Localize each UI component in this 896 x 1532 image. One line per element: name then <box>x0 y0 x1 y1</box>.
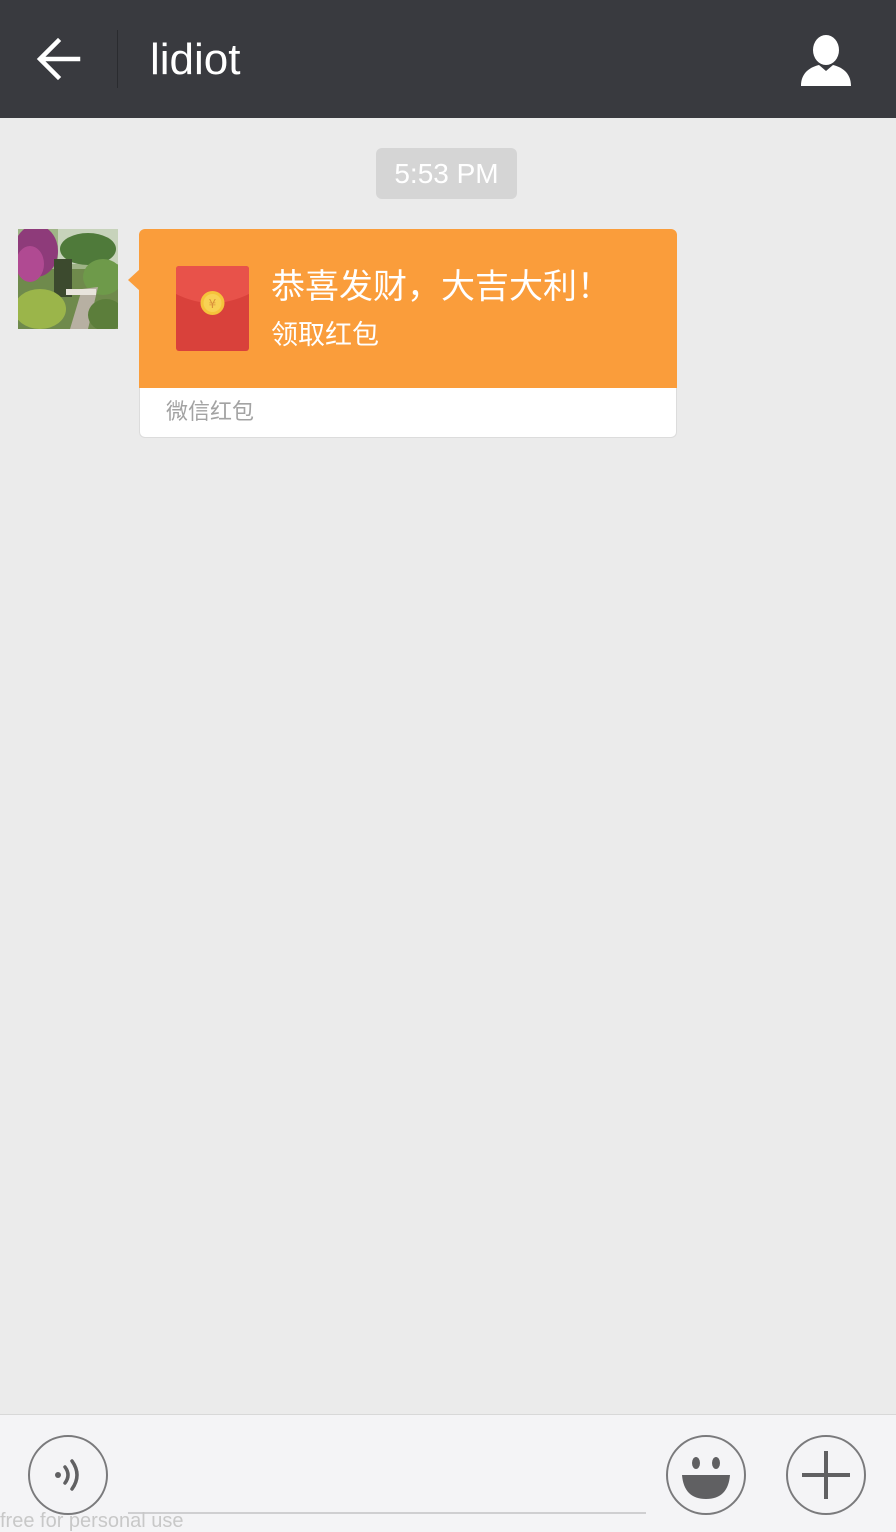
top-bar: lidiot <box>0 0 896 118</box>
red-packet-greeting: 恭喜发财，大吉大利！ <box>271 267 611 307</box>
message-input[interactable] <box>128 1512 646 1514</box>
red-packet-body: ¥ 恭喜发财，大吉大利！ 领取红包 <box>139 229 677 388</box>
red-packet-footer-label: 微信红包 <box>166 400 255 425</box>
profile-button[interactable] <box>790 24 862 96</box>
chat-title: lidiot <box>150 35 241 84</box>
red-packet-footer: 微信红包 <box>139 388 677 438</box>
emoji-button[interactable] <box>666 1435 746 1515</box>
red-packet-claim-label: 领取红包 <box>271 320 379 351</box>
voice-input-icon <box>55 1459 79 1491</box>
avatar-photo <box>18 229 118 329</box>
red-packet-message[interactable]: ¥ 恭喜发财，大吉大利！ 领取红包 微信红包 <box>128 229 677 438</box>
watermark: free for personal use <box>0 1510 184 1532</box>
message-timestamp: 5:53 PM <box>376 148 517 199</box>
person-icon <box>801 35 851 86</box>
plus-icon <box>802 1451 850 1499</box>
smiley-emoji-icon <box>682 1457 730 1499</box>
contact-avatar[interactable] <box>18 229 118 329</box>
red-envelope-icon: ¥ <box>176 266 249 351</box>
back-arrow-icon <box>36 37 81 81</box>
back-button[interactable] <box>22 24 96 94</box>
more-button[interactable] <box>786 1435 866 1515</box>
header-divider <box>117 30 118 88</box>
voice-input-button[interactable] <box>28 1435 108 1515</box>
svg-text:¥: ¥ <box>209 297 217 311</box>
